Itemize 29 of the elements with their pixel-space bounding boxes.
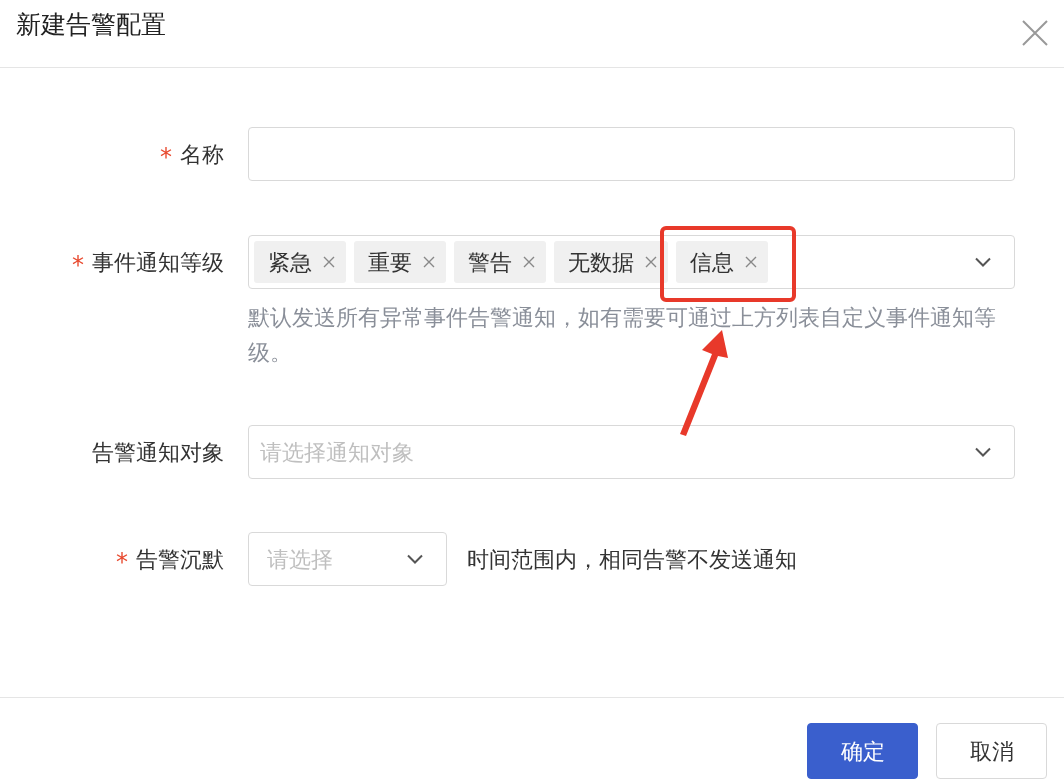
suffix-text: 时间范围内，相同告警不发送通知 (467, 545, 797, 574)
dialog-title: 新建告警配置 (16, 9, 166, 41)
tag-label: 无数据 (568, 248, 634, 277)
placeholder: 请选择通知对象 (260, 438, 415, 467)
tag-label: 紧急 (268, 248, 312, 277)
field-label: 告警通知对象 (92, 438, 224, 467)
close-icon[interactable] (322, 255, 336, 269)
tag-label: 信息 (690, 248, 734, 277)
cancel-button[interactable]: 取消 (936, 723, 1047, 779)
tag-label: 警告 (468, 248, 512, 277)
required-mark: * (160, 142, 172, 169)
confirm-button[interactable]: 确定 (807, 723, 918, 779)
close-icon[interactable] (644, 255, 658, 269)
close-icon[interactable] (422, 255, 436, 269)
close-icon[interactable] (744, 255, 758, 269)
close-icon[interactable] (522, 255, 536, 269)
chevron-down-icon (406, 554, 424, 564)
name-input[interactable] (248, 127, 1015, 181)
chevron-down-icon (974, 447, 992, 457)
placeholder: 请选择 (267, 545, 334, 574)
field-label: 名称 (180, 140, 224, 169)
field-label: 事件通知等级 (92, 248, 224, 277)
close-icon[interactable] (1022, 20, 1048, 46)
help-text: 默认发送所有异常事件告警通知，如有需要可通过上方列表自定义事件通知等级。 (248, 304, 997, 367)
required-mark: * (116, 547, 128, 574)
field-label: 告警沉默 (136, 545, 224, 574)
tag-label: 重要 (368, 248, 412, 277)
chevron-down-icon (974, 257, 992, 267)
required-mark: * (72, 250, 84, 277)
